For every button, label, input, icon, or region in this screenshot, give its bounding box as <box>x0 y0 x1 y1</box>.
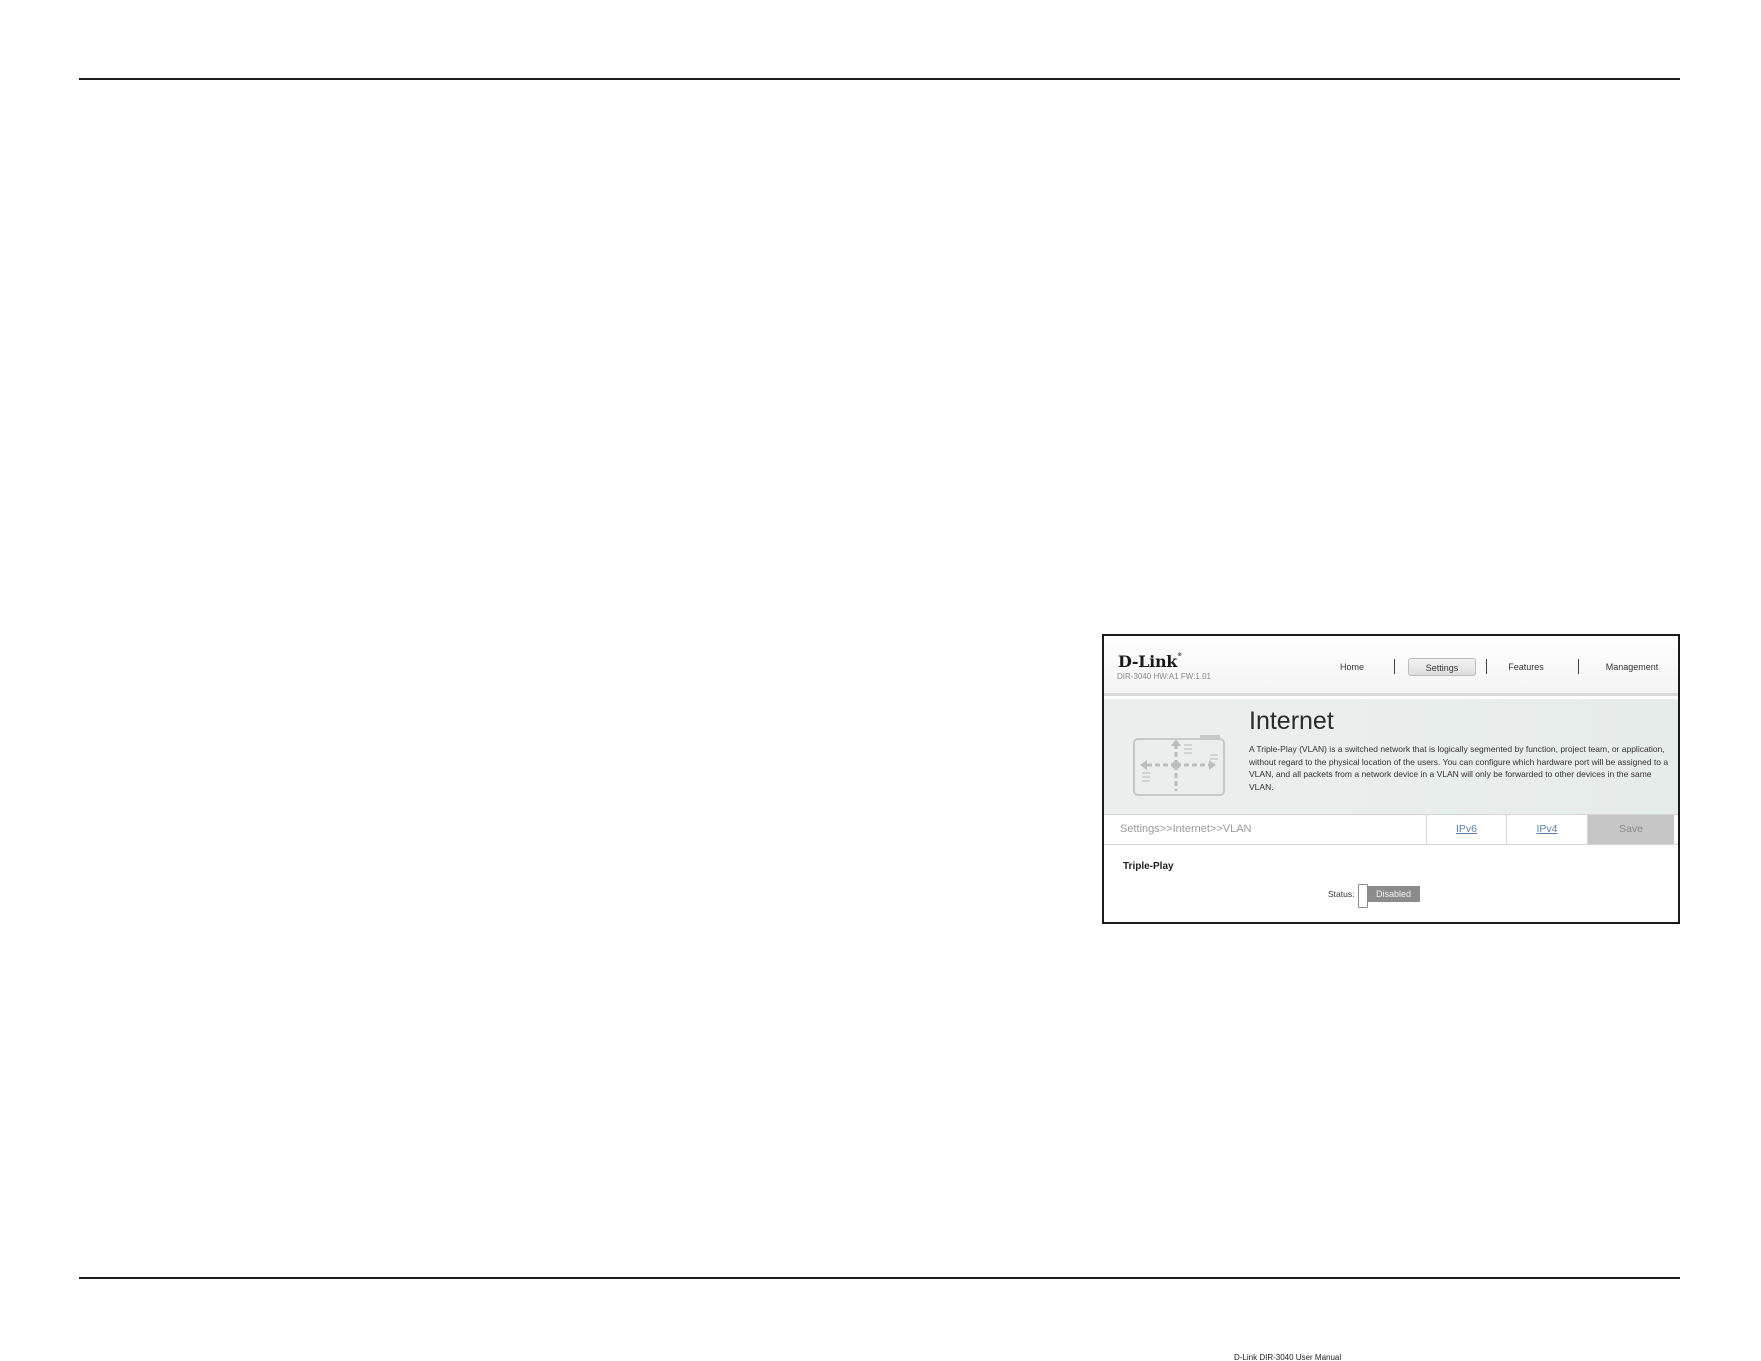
nav-features[interactable]: Features <box>1499 658 1553 676</box>
status-toggle[interactable]: Disabled <box>1358 884 1422 908</box>
nav-separator <box>1578 659 1579 674</box>
ipv4-link[interactable]: IPv4 <box>1506 815 1587 844</box>
nav-management[interactable]: Management <box>1597 658 1667 676</box>
toggle-knob[interactable] <box>1358 884 1368 908</box>
triple-play-section: Triple-Play Status: Disabled <box>1104 845 1678 922</box>
router-ui-screenshot: D-Link® DIR-3040 HW:A1 FW:1.01 Home Sett… <box>1102 634 1680 924</box>
manual-page: D-Link® DIR-3040 HW:A1 FW:1.01 Home Sett… <box>0 0 1761 1361</box>
nav-separator <box>1486 659 1487 674</box>
section-title: Triple-Play <box>1123 861 1174 872</box>
toolbar: Settings>>Internet>>VLAN IPv6 IPv4 Save <box>1104 814 1678 845</box>
nav-home[interactable]: Home <box>1329 658 1375 676</box>
save-button[interactable]: Save <box>1587 815 1674 844</box>
top-rule <box>79 78 1680 80</box>
footer-text: D-Link DIR-3040 User Manual <box>1234 1353 1342 1361</box>
page-description: A Triple-Play (VLAN) is a switched netwo… <box>1249 744 1669 792</box>
ipv6-link[interactable]: IPv6 <box>1426 815 1506 844</box>
page-title: Internet <box>1249 707 1334 735</box>
vlan-diagram-icon <box>1133 735 1225 796</box>
status-value: Disabled <box>1367 886 1420 902</box>
status-label: Status: <box>1328 889 1355 899</box>
breadcrumb: Settings>>Internet>>VLAN <box>1120 823 1252 835</box>
bottom-rule <box>79 1277 1680 1279</box>
router-header: D-Link® DIR-3040 HW:A1 FW:1.01 Home Sett… <box>1104 636 1678 696</box>
nav-settings[interactable]: Settings <box>1408 658 1476 676</box>
page-banner: Internet A Triple-Play (VLAN) is a switc… <box>1104 699 1678 827</box>
nav-separator <box>1394 659 1395 674</box>
top-nav: Home Settings Features Management <box>1104 658 1678 676</box>
